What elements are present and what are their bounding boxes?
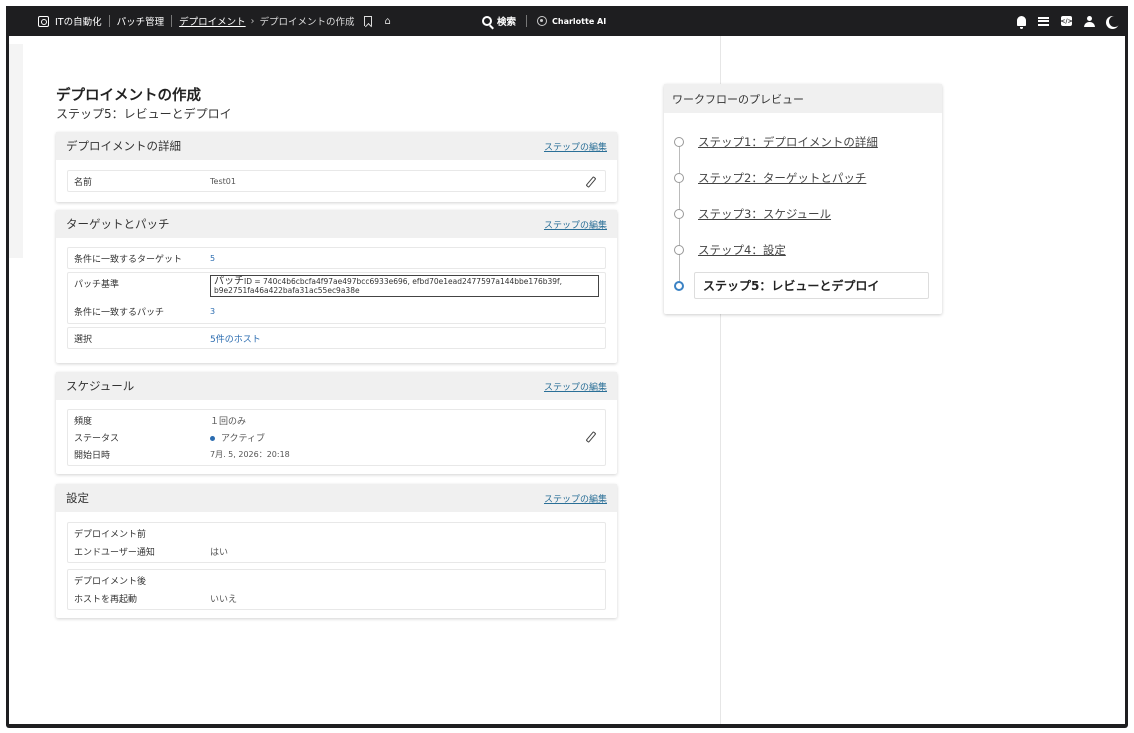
selection-value[interactable]: 5件のホスト [210,332,261,345]
pencil-icon[interactable] [585,431,595,441]
details-card: デプロイメントの詳細 ステップの編集 名前 Test01 [56,132,617,202]
selection-label: 選択 [74,334,93,345]
schedule-card-title: スケジュール [66,379,135,393]
workflow-step-3[interactable]: ステップ3：スケジュール [674,206,831,222]
matching-patches-value[interactable]: 3 [210,307,215,316]
notify-value: はい [210,548,229,558]
start-value: 7月. 5, 2026：20:18 [210,450,290,459]
targets-card: ターゲットとパッチ ステップの編集 条件に一致するターゲット 5 パッチ基準 パ… [56,210,617,363]
targets-card-title: ターゲットとパッチ [66,217,170,231]
step-marker [674,209,684,219]
workflow-step-5-active[interactable]: ステップ5：レビューとデプロイ [674,272,929,299]
workflow-step-label[interactable]: ステップ2：ターゲットとパッチ [698,170,866,186]
menu-icon[interactable] [14,15,28,27]
step-marker-active [674,280,684,291]
restart-value: いいえ [210,595,238,605]
pencil-icon[interactable] [585,176,595,186]
patch-rows: パッチ基準 パッチID = 740c4b6cbcfa4f97ae497bcc69… [67,272,606,324]
patch-criteria-value: パッチID = 740c4b6cbcfa4f97ae497bcc6933e696… [210,275,599,297]
workflow-step-label[interactable]: ステップ1：デプロイメントの詳細 [698,134,878,150]
workflow-step-1[interactable]: ステップ1：デプロイメントの詳細 [674,134,878,150]
step-marker [674,245,684,255]
matching-targets-value[interactable]: 5 [210,254,215,263]
news-icon[interactable] [1038,16,1049,26]
settings-edit-link[interactable]: ステップの編集 [544,492,607,505]
patch-criteria-line2: b9e2751fa46a422bafa31ac55ec9a38e [214,286,360,295]
pre-deploy-group: デプロイメント前 エンドユーザー通知 はい [67,522,606,563]
schedule-rows: 頻度 １回のみ ステータス アクティブ 開始日時 7月. 5, 2026：20:… [67,409,606,466]
schedule-edit-link[interactable]: ステップの編集 [544,380,607,393]
details-card-title: デプロイメントの詳細 [66,139,181,153]
settings-card: 設定 ステップの編集 デプロイメント前 エンドユーザー通知 はい デプロイメント… [56,484,617,618]
step-marker [674,137,684,147]
details-card-header: デプロイメントの詳細 ステップの編集 [56,132,617,160]
details-edit-link[interactable]: ステップの編集 [544,140,607,153]
moon-icon[interactable] [1109,16,1120,27]
patch-criteria-label: パッチ基準 [74,280,120,290]
app-name[interactable]: ITの自動化 [55,14,102,28]
charlotte-ai-icon [537,16,548,26]
status-text: アクティブ [221,434,266,444]
settings-card-header: 設定 ステップの編集 [56,484,617,512]
pre-deploy-title: デプロイメント前 [74,529,147,540]
selection-row: 選択 5件のホスト [67,327,606,349]
main-content: デプロイメントの作成 ステップ5：レビューとデプロイ デプロイメントの詳細 ステ… [9,36,1125,724]
app-icon [38,15,49,27]
status-label: ステータス [74,434,120,444]
page-subtitle: ステップ5：レビューとデプロイ [56,107,232,121]
separator [526,15,528,27]
start-label: 開始日時 [74,451,111,461]
notify-label: エンドユーザー通知 [74,548,155,558]
status-value: アクティブ [210,431,265,444]
post-deploy-title: デプロイメント後 [74,576,147,587]
schedule-card-header: スケジュール ステップの編集 [56,372,617,400]
targets-rows: 条件に一致するターゲット 5 [67,247,606,269]
search-icon [482,16,492,26]
chevron-right-icon: › [250,15,255,27]
workflow-step-4[interactable]: ステップ4：設定 [674,242,786,258]
patch-criteria-line1: ID = 740c4b6cbcfa4f97ae497bcc6933e696, e… [244,277,563,286]
workflow-preview-panel: ワークフローのプレビュー ステップ1：デプロイメントの詳細 ステップ2：ターゲッ… [664,84,942,314]
bookmark-icon[interactable] [364,16,373,26]
settings-card-title: 設定 [66,491,89,505]
home-icon[interactable]: ⌂ [384,16,390,27]
breadcrumb-current: デプロイメントの作成 [259,17,355,28]
search-label: 検索 [497,17,517,28]
separator [108,15,110,27]
matching-targets-label: 条件に一致するターゲット [74,254,183,265]
frequency-value: １回のみ [210,417,247,427]
schedule-card: スケジュール ステップの編集 頻度 １回のみ ステータス アクティブ 開始日時 … [56,372,617,474]
search-button[interactable]: 検索 [482,14,516,28]
workflow-step-label-active: ステップ5：レビューとデプロイ [694,272,929,299]
post-deploy-group: デプロイメント後 ホストを再起動 いいえ [67,569,606,610]
step-marker [674,173,684,183]
workflow-step-label[interactable]: ステップ3：スケジュール [698,206,831,222]
workflow-preview-title: ワークフローのプレビュー [664,84,942,113]
bell-icon[interactable] [1017,16,1026,29]
charlotte-ai-button[interactable]: Charlotte AI [537,16,606,26]
module-name[interactable]: パッチ管理 [117,14,165,28]
workflow-step-2[interactable]: ステップ2：ターゲットとパッチ [674,170,866,186]
frequency-label: 頻度 [74,417,93,427]
top-nav-bar: ITの自動化 パッチ管理 デプロイメント › デプロイメントの作成 ⌂ 検索 C… [6,6,1128,36]
breadcrumb-deployments[interactable]: デプロイメント [179,14,246,28]
name-row: 名前 Test01 [67,170,606,192]
user-icon[interactable] [1084,15,1095,27]
matching-patches-label: 条件に一致するパッチ [74,307,165,318]
separator [171,15,173,27]
name-label: 名前 [74,177,93,188]
targets-card-header: ターゲットとパッチ ステップの編集 [56,210,617,238]
status-dot [210,436,215,441]
targets-edit-link[interactable]: ステップの編集 [544,218,607,231]
code-icon[interactable]: </> [1060,16,1073,26]
charlotte-ai-label: Charlotte AI [552,16,607,26]
workflow-step-label[interactable]: ステップ4：設定 [698,242,786,258]
restart-label: ホストを再起動 [74,595,138,605]
page-title: デプロイメントの作成 [56,88,201,104]
name-value: Test01 [210,176,236,186]
side-panel-edge [9,44,23,258]
